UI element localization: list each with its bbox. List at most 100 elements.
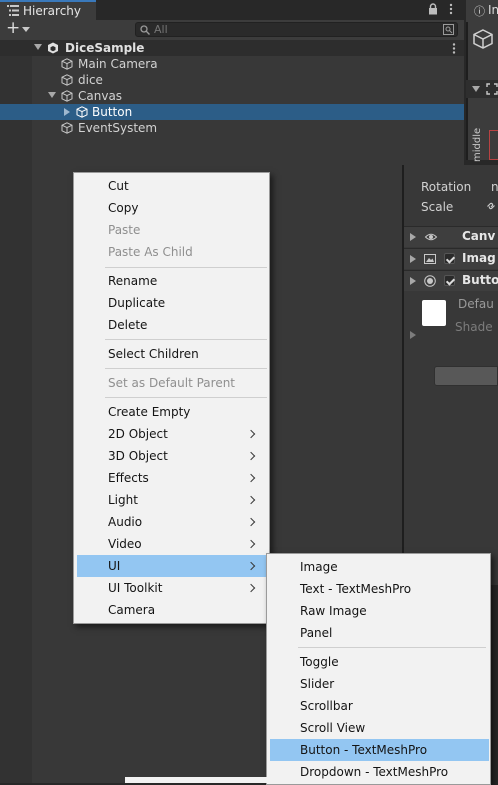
lock-icon[interactable] bbox=[428, 3, 438, 15]
menu-item-dropdown-textmeshpro[interactable]: Dropdown - TextMeshPro bbox=[270, 761, 489, 783]
expand-arrow-icon[interactable] bbox=[410, 255, 416, 263]
chevron-right-icon bbox=[246, 561, 256, 571]
hierarchy-row-main-camera[interactable]: Main Camera bbox=[0, 56, 464, 72]
chevron-right-icon bbox=[246, 517, 256, 527]
chevron-right-icon bbox=[246, 495, 256, 505]
gameobject-cube-icon bbox=[61, 122, 73, 134]
hierarchy-row-label: Main Camera bbox=[78, 57, 158, 71]
menu-item-image[interactable]: Image bbox=[270, 556, 489, 578]
hierarchy-tab-label: Hierarchy bbox=[23, 4, 82, 18]
expand-arrow-icon[interactable] bbox=[410, 331, 416, 339]
menu-item-slider[interactable]: Slider bbox=[270, 673, 489, 695]
gameobject-cube-icon bbox=[61, 74, 73, 86]
collapse-arrow-icon[interactable] bbox=[48, 92, 56, 98]
menu-item-button-textmeshpro[interactable]: Button - TextMeshPro bbox=[270, 739, 489, 761]
link-icon[interactable] bbox=[486, 201, 496, 211]
chevron-right-icon bbox=[246, 473, 256, 483]
gameobject-cube-icon bbox=[61, 90, 73, 102]
scene-search-icon[interactable] bbox=[443, 24, 454, 35]
menu-item-copy[interactable]: Copy bbox=[77, 197, 266, 219]
menu-item-text-textmeshpro[interactable]: Text - TextMeshPro bbox=[270, 578, 489, 600]
collapse-arrow-icon[interactable] bbox=[34, 44, 42, 50]
menu-item-scrollbar[interactable]: Scrollbar bbox=[270, 695, 489, 717]
hierarchy-row-button[interactable]: Button bbox=[0, 104, 464, 120]
menu-item-effects[interactable]: Effects bbox=[77, 467, 266, 489]
hierarchy-row-label: dice bbox=[78, 73, 103, 87]
eye-icon bbox=[424, 233, 438, 241]
menu-item-label: UI Toolkit bbox=[108, 581, 163, 595]
dropdown-arrow-icon bbox=[22, 27, 30, 32]
hierarchy-row-eventsystem[interactable]: EventSystem bbox=[0, 120, 464, 136]
menu-item-raw-image[interactable]: Raw Image bbox=[270, 600, 489, 622]
component-image-header[interactable]: Imag bbox=[404, 248, 498, 269]
expand-arrow-icon[interactable] bbox=[472, 86, 480, 92]
chevron-right-icon bbox=[246, 429, 256, 439]
hierarchy-row-label: Button bbox=[92, 105, 133, 119]
menu-item-video[interactable]: Video bbox=[77, 533, 266, 555]
scale-label: Scale bbox=[421, 200, 454, 214]
component-name: Imag bbox=[462, 251, 496, 265]
menu-item-scroll-view[interactable]: Scroll View bbox=[270, 717, 489, 739]
menu-item-toggle[interactable]: Toggle bbox=[270, 651, 489, 673]
menu-item-ui-toolkit[interactable]: UI Toolkit bbox=[77, 577, 266, 599]
more-options-icon[interactable] bbox=[449, 3, 453, 15]
menu-separator bbox=[105, 267, 267, 268]
info-icon: ⓘ bbox=[474, 5, 485, 18]
menu-separator bbox=[105, 397, 267, 398]
menu-item-light[interactable]: Light bbox=[77, 489, 266, 511]
chevron-right-icon bbox=[246, 451, 256, 461]
hierarchy-search-field[interactable] bbox=[135, 22, 458, 37]
material-preview-swatch bbox=[422, 300, 446, 326]
add-component-button[interactable] bbox=[434, 366, 498, 386]
expand-arrow-icon[interactable] bbox=[410, 233, 416, 241]
more-options-icon[interactable] bbox=[452, 43, 456, 54]
menu-item-set-default-parent: Set as Default Parent bbox=[108, 376, 236, 390]
menu-item-rename[interactable]: Rename bbox=[77, 270, 266, 292]
menu-item-cut[interactable]: Cut bbox=[77, 175, 266, 197]
menu-separator bbox=[105, 368, 267, 369]
rotation-label: Rotation bbox=[421, 180, 472, 194]
menu-item-3d-object[interactable]: 3D Object bbox=[77, 445, 266, 467]
hierarchy-row-dice[interactable]: dice bbox=[0, 72, 464, 88]
menu-item-audio[interactable]: Audio bbox=[77, 511, 266, 533]
menu-item-2d-object[interactable]: 2D Object bbox=[77, 423, 266, 445]
menu-item-paste: Paste bbox=[108, 223, 141, 237]
component-enabled-checkbox[interactable] bbox=[444, 275, 455, 286]
hierarchy-tab[interactable]: Hierarchy bbox=[0, 0, 96, 20]
hierarchy-row-canvas[interactable]: Canvas bbox=[0, 88, 464, 104]
menu-item-paste-as-child: Paste As Child bbox=[108, 245, 193, 259]
menu-separator bbox=[105, 339, 267, 340]
expand-arrow-icon[interactable] bbox=[410, 277, 416, 285]
gameobject-cube-icon bbox=[76, 106, 88, 118]
search-input[interactable] bbox=[154, 23, 414, 36]
ui-submenu: Image Text - TextMeshPro Raw Image Panel… bbox=[266, 553, 491, 785]
hierarchy-gutter bbox=[0, 40, 32, 783]
expand-arrow-icon[interactable] bbox=[64, 108, 70, 116]
component-button-header[interactable]: Butto bbox=[404, 270, 498, 291]
image-icon bbox=[424, 254, 436, 264]
hierarchy-row-dicesample[interactable]: DiceSample bbox=[0, 40, 464, 56]
add-object-button[interactable]: + bbox=[5, 18, 33, 38]
component-name: Butto bbox=[462, 273, 498, 287]
search-icon bbox=[140, 25, 150, 35]
menu-item-select-children[interactable]: Select Children bbox=[77, 343, 266, 365]
menu-item-camera[interactable]: Camera bbox=[77, 599, 266, 621]
menu-item-duplicate[interactable]: Duplicate bbox=[77, 292, 266, 314]
menu-item-ui[interactable]: UI bbox=[77, 555, 266, 577]
inspector-tab-label: In bbox=[488, 3, 498, 17]
menu-item-label: 3D Object bbox=[108, 449, 168, 463]
hierarchy-row-label: Canvas bbox=[78, 89, 123, 103]
component-canvas-header[interactable]: Canv bbox=[404, 226, 498, 247]
shader-label: Shade bbox=[455, 320, 493, 334]
anchor-preset-label: middle bbox=[472, 127, 483, 162]
rotation-value[interactable]: n bbox=[491, 180, 498, 194]
context-menu: Cut Copy Paste Paste As Child Rename Dup… bbox=[73, 172, 270, 624]
menu-item-create-empty[interactable]: Create Empty bbox=[77, 401, 266, 423]
anchor-preset-button[interactable] bbox=[489, 130, 498, 160]
menu-item-label: Light bbox=[108, 493, 138, 507]
component-enabled-checkbox[interactable] bbox=[444, 253, 455, 264]
add-label: + bbox=[6, 18, 21, 38]
menu-item-delete[interactable]: Delete bbox=[77, 314, 266, 336]
inspector-tab[interactable]: ⓘ In bbox=[466, 0, 498, 22]
menu-item-panel[interactable]: Panel bbox=[270, 622, 489, 644]
